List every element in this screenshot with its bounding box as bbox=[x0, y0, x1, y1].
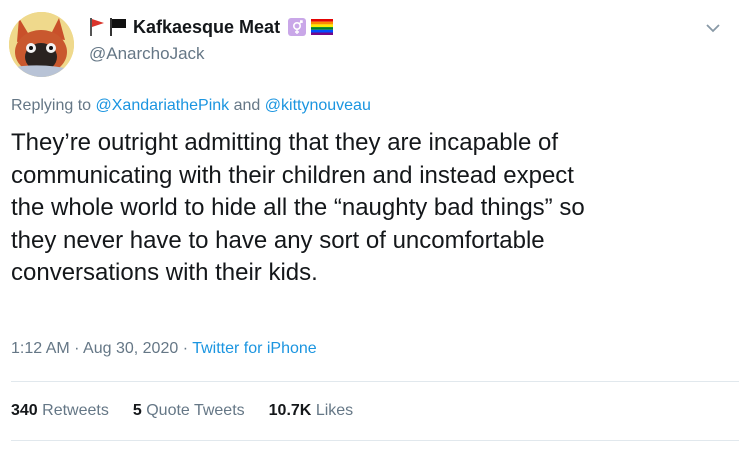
tweet-date[interactable]: Aug 30, 2020 bbox=[83, 340, 178, 357]
chevron-down-icon[interactable] bbox=[700, 15, 726, 41]
name-row: Kafkaesque Meat bbox=[89, 15, 334, 39]
reply-mention-1[interactable]: @XandariathePink bbox=[96, 97, 230, 114]
tweet-stats: 340 Retweets 5 Quote Tweets 10.7K Likes bbox=[11, 402, 353, 420]
likes-label: Likes bbox=[315, 402, 354, 419]
tweet-time[interactable]: 1:12 AM bbox=[11, 340, 70, 357]
likes-count: 10.7K bbox=[268, 402, 312, 419]
cartoon-fox-avatar-icon bbox=[9, 12, 74, 77]
quote-tweets-label: Quote Tweets bbox=[146, 402, 245, 419]
tweet-line: the whole world to hide all the “naughty… bbox=[11, 194, 585, 221]
trans-symbol-badge-icon bbox=[287, 17, 307, 37]
user-handle[interactable]: @AnarchoJack bbox=[89, 44, 205, 64]
divider bbox=[11, 381, 739, 382]
reply-mention-2[interactable]: @kittynouveau bbox=[265, 97, 371, 114]
tweet-source-link[interactable]: Twitter for iPhone bbox=[192, 340, 317, 357]
replying-to: Replying to @XandariathePink and @kittyn… bbox=[11, 97, 371, 115]
tweet-meta: 1:12 AM · Aug 30, 2020 · Twitter for iPh… bbox=[11, 340, 317, 358]
tweet-line: communicating with their children and in… bbox=[11, 161, 574, 189]
retweets-label: Retweets bbox=[42, 402, 109, 419]
red-flag-icon bbox=[89, 17, 105, 37]
avatar[interactable] bbox=[9, 12, 74, 77]
quote-tweets-stat[interactable]: 5 Quote Tweets bbox=[133, 402, 245, 420]
replying-prefix: Replying to bbox=[11, 97, 92, 114]
black-flag-icon bbox=[109, 17, 127, 37]
tweet-line: They’re outright admitting that they are… bbox=[11, 129, 558, 156]
likes-stat[interactable]: 10.7K Likes bbox=[269, 402, 354, 420]
replying-joiner: and bbox=[233, 97, 261, 114]
rainbow-flag-icon bbox=[311, 19, 334, 35]
retweets-stat[interactable]: 340 Retweets bbox=[11, 402, 109, 420]
quote-tweets-count: 5 bbox=[132, 402, 142, 419]
retweets-count: 340 bbox=[11, 402, 38, 419]
meta-separator: · bbox=[74, 340, 80, 357]
meta-separator: · bbox=[182, 340, 189, 357]
divider bbox=[11, 440, 739, 441]
tweet-line: conversations with their kids. bbox=[11, 259, 318, 286]
tweet-line: they never have to have any sort of unco… bbox=[11, 226, 545, 254]
display-name[interactable]: Kafkaesque Meat bbox=[133, 17, 280, 38]
tweet-text: They’re outright admitting that they are… bbox=[11, 127, 737, 290]
